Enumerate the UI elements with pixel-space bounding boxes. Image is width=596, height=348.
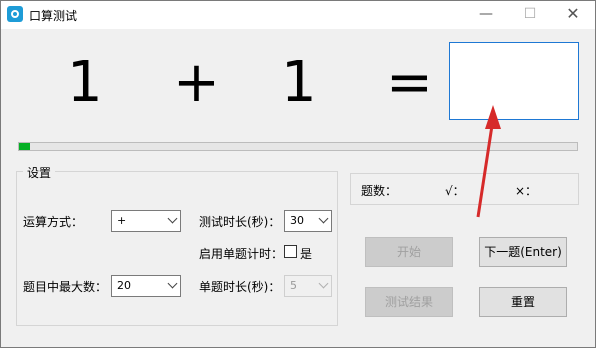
annotation-arrow xyxy=(476,105,501,218)
annotation-arrow-head xyxy=(485,105,501,129)
app-window: 口算测试 — ☐ ✕ 1 + 1 = 设置 运算方式： + 测试时长(秒)： 3… xyxy=(0,0,596,348)
annotation-arrow-shaft xyxy=(476,118,495,218)
